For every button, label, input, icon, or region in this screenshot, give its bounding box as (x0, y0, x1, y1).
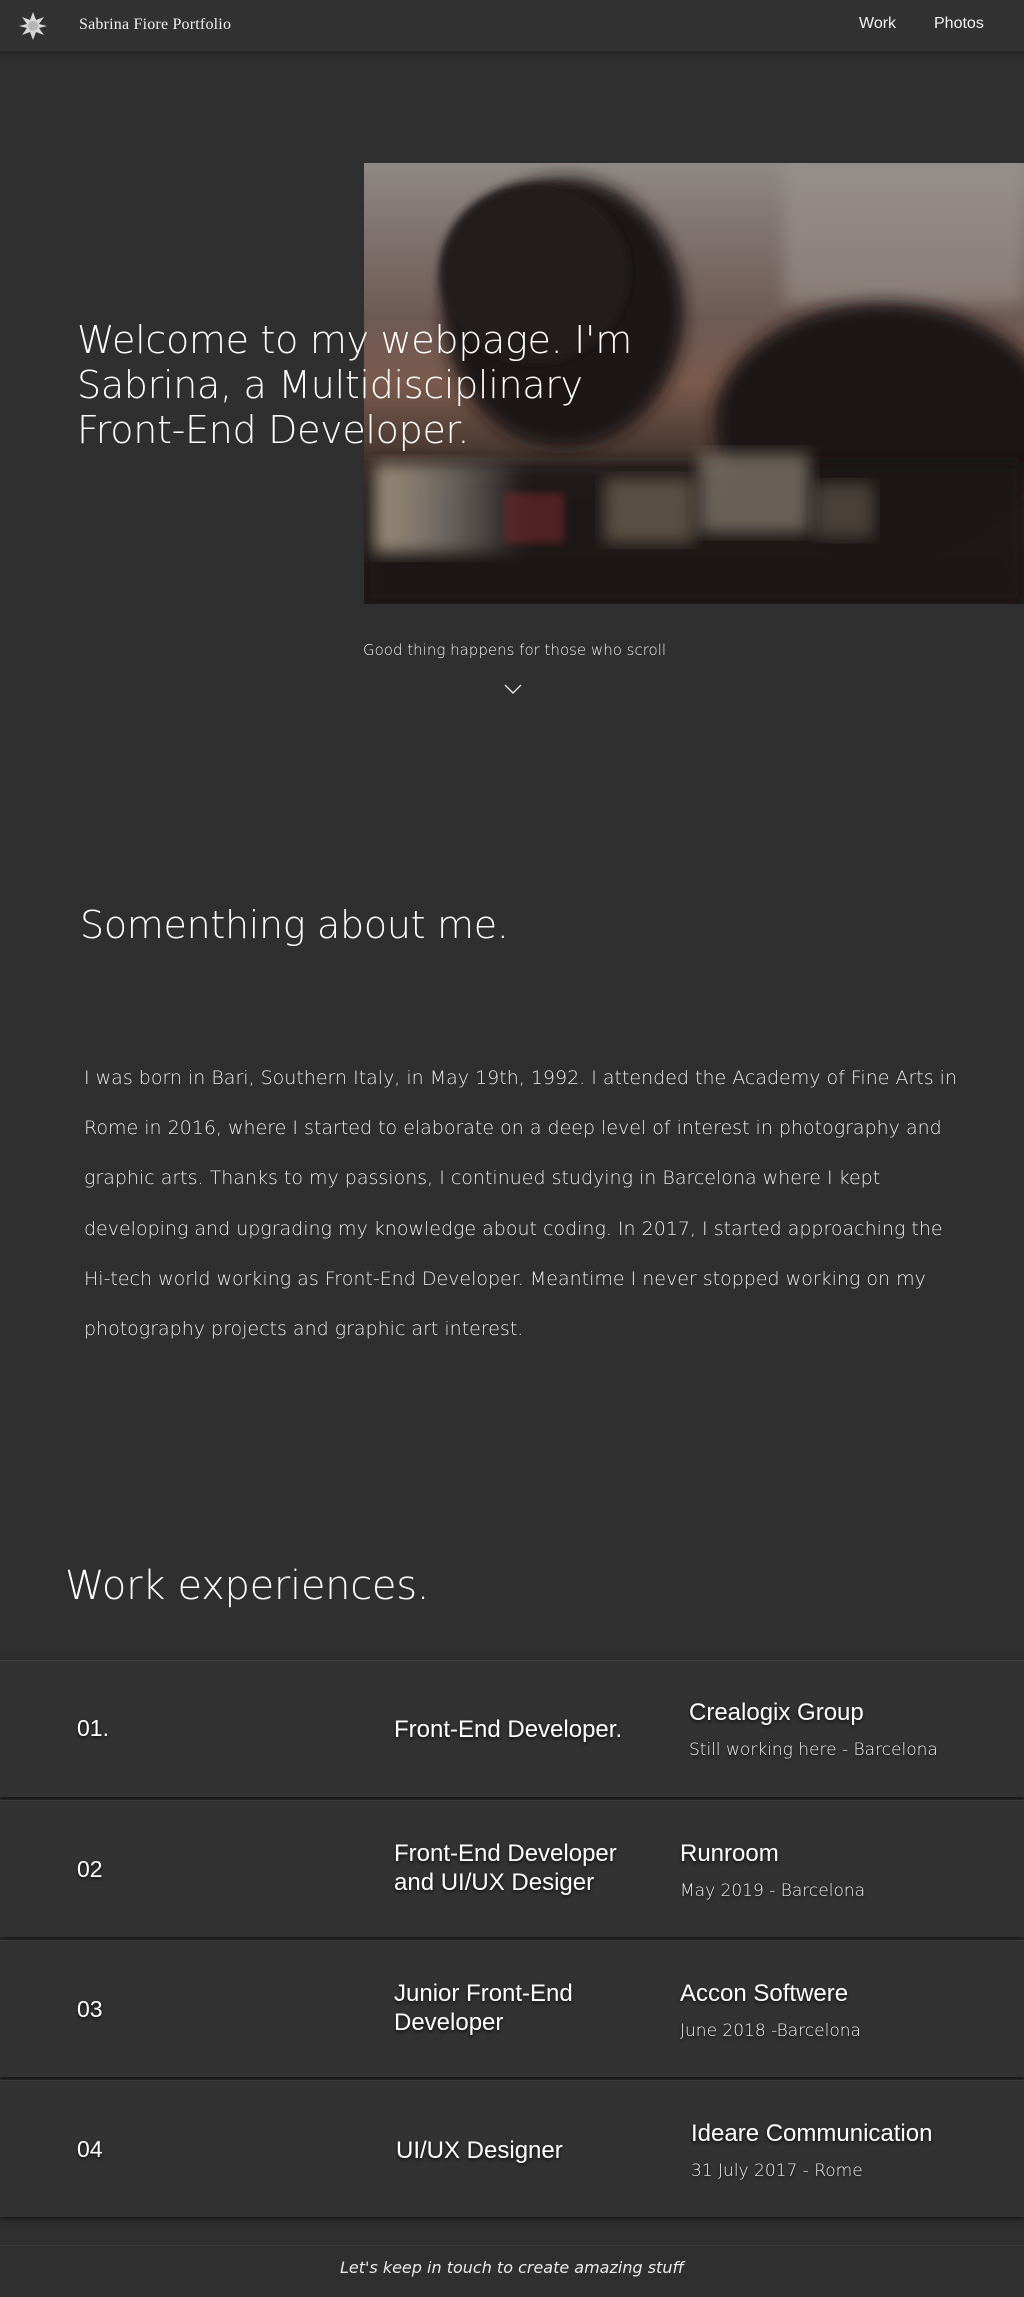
job-number: 03 (77, 1996, 103, 2022)
job-role: Front-End Developer and UI/UX Desiger (394, 1840, 617, 1896)
job-card-4: 04 UI/UX Designer Ideare Communication 3… (0, 2080, 1024, 2217)
about-heading: Somenthing about me. (80, 903, 509, 947)
nav-link-photos[interactable]: Photos (934, 15, 984, 33)
chevron-down-icon[interactable] (503, 682, 523, 696)
about-paragraph: I was born in Bari, Southern Italy, in M… (84, 1067, 957, 1341)
site-title[interactable]: Sabrina Fiore Portfolio (79, 16, 231, 34)
job-role: Front-End Developer. (394, 1716, 623, 1743)
nav-link-work[interactable]: Work (859, 15, 896, 33)
job-card-1: 01. Front-End Developer. Crealogix Group… (0, 1660, 1024, 1797)
hero-heading: Welcome to my webpage. I'm Sabrina, a Mu… (77, 318, 632, 452)
job-company: Crealogix Group (689, 1699, 864, 1726)
job-detail: 31 July 2017 - Rome (691, 2161, 863, 2181)
job-card-2: 02 Front-End Developer and UI/UX Desiger… (0, 1800, 1024, 1937)
job-role: UI/UX Designer (396, 2137, 563, 2164)
work-heading: Work experiences. (65, 1563, 430, 1609)
job-company: Accon Softwere (680, 1980, 849, 2007)
job-role: Junior Front-End Developer (394, 1980, 573, 2036)
job-number: 01. (77, 1715, 109, 1741)
job-company: Ideare Communication (691, 2120, 933, 2147)
job-detail: Still working here - Barcelona (689, 1740, 938, 1760)
job-detail: May 2019 - Barcelona (680, 1881, 866, 1901)
flower-star-icon[interactable] (18, 11, 48, 41)
top-navigation-bar: Sabrina Fiore Portfolio Work Photos (0, 0, 1024, 51)
job-company: Runroom (680, 1840, 779, 1867)
job-detail: June 2018 -Barcelona (680, 2021, 861, 2041)
job-card-3: 03 Junior Front-End Developer Accon Soft… (0, 1940, 1024, 2077)
scroll-hint: Good thing happens for those who scroll (363, 641, 667, 659)
job-number: 04 (77, 2136, 103, 2162)
job-number: 02 (77, 1856, 103, 1882)
footer-divider (0, 2245, 1024, 2246)
footer-text: Let's keep in touch to create amazing st… (339, 2258, 685, 2277)
